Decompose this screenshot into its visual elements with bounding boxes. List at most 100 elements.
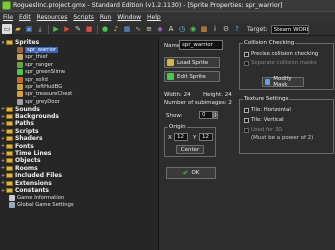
load-sprite-label: Load Sprite bbox=[177, 59, 209, 66]
target-label: Target: bbox=[247, 25, 268, 33]
menu-help[interactable]: Help bbox=[147, 14, 161, 21]
settings-icon bbox=[9, 202, 15, 209]
menu-window[interactable]: Window bbox=[117, 14, 141, 21]
tree-item-label: spr_ranger bbox=[25, 61, 53, 68]
load-sprite-button[interactable]: Load Sprite bbox=[164, 57, 220, 68]
tree-item-sprite[interactable]: spr_greyDoor bbox=[0, 98, 158, 105]
tree-item-sprite[interactable]: spr_ranger bbox=[0, 61, 158, 68]
tree-item-label: spr_greyDoor bbox=[25, 98, 60, 105]
save-project-icon[interactable]: ▣ bbox=[24, 24, 34, 34]
modify-mask-button[interactable]: Modify Mask bbox=[262, 76, 304, 88]
tree-group-sounds[interactable]: + Sounds bbox=[0, 106, 158, 113]
stop-icon[interactable]: ■ bbox=[84, 24, 94, 34]
menu-run[interactable]: Run bbox=[100, 14, 112, 21]
folder-icon bbox=[6, 128, 13, 134]
add-background-icon[interactable]: ▦ bbox=[122, 24, 132, 34]
tree-item-label: spr_treasureChest bbox=[25, 91, 73, 98]
ok-button[interactable]: ✔ OK bbox=[166, 167, 216, 179]
group-label: Objects bbox=[15, 157, 41, 165]
add-path-icon[interactable]: ∿ bbox=[133, 24, 143, 34]
show-subimage-stepper[interactable]: ▲ ▼ bbox=[213, 111, 218, 119]
folder-icon bbox=[6, 40, 13, 46]
separate-masks-checkbox[interactable]: Separate collision masks bbox=[244, 60, 317, 66]
add-font-icon[interactable]: A bbox=[166, 24, 176, 34]
add-timeline-icon[interactable]: ◷ bbox=[177, 24, 187, 34]
tree-item-sprite[interactable]: spr_treasureChest bbox=[0, 91, 158, 98]
tree-item-sprite[interactable]: spr_solid bbox=[0, 76, 158, 83]
tree-group-paths[interactable]: + Paths bbox=[0, 120, 158, 127]
group-label: Shaders bbox=[15, 135, 43, 143]
tree-group-scripts[interactable]: + Scripts bbox=[0, 128, 158, 135]
tree-group-rooms[interactable]: + Rooms bbox=[0, 165, 158, 172]
tree-group-extensions[interactable]: + Extensions bbox=[0, 179, 158, 187]
build-icon[interactable]: ✎ bbox=[73, 24, 83, 34]
tree-item-sprite[interactable]: spr_warrior bbox=[0, 46, 158, 54]
tree-group-sprites[interactable]: ▾ Sprites bbox=[0, 39, 158, 46]
tree-group-fonts[interactable]: + Fonts bbox=[0, 142, 158, 150]
show-label: Show: bbox=[166, 113, 183, 119]
edit-sprite-button[interactable]: Edit Sprite bbox=[164, 71, 220, 82]
origin-y-label: Y bbox=[193, 135, 197, 141]
add-room-icon[interactable]: ▩ bbox=[199, 24, 209, 34]
group-label: Sounds bbox=[15, 105, 40, 113]
add-shader-icon[interactable]: ◈ bbox=[155, 24, 165, 34]
add-object-icon[interactable]: ◉ bbox=[188, 24, 198, 34]
export-icon[interactable]: ⤓ bbox=[35, 24, 45, 34]
debug-icon[interactable]: ▶ bbox=[62, 24, 72, 34]
add-script-icon[interactable]: ≡ bbox=[144, 24, 154, 34]
group-label: Scripts bbox=[15, 127, 39, 135]
tree-item-label: Game Information bbox=[17, 194, 65, 201]
new-project-icon[interactable]: ▭ bbox=[2, 24, 12, 34]
used-3d-label: Used for 3D bbox=[251, 127, 283, 133]
width-text: Width: 24 bbox=[164, 92, 191, 98]
tile-horizontal-checkbox[interactable]: Tile: Horizontal bbox=[244, 107, 291, 113]
tree-item-sprite[interactable]: spr_leftHudBG bbox=[0, 83, 158, 91]
tree-group-included-files[interactable]: + Included Files bbox=[0, 172, 158, 179]
tile-vertical-checkbox[interactable]: Tile: Vertical bbox=[244, 117, 284, 123]
run-icon[interactable]: ▶ bbox=[51, 24, 61, 34]
group-label: Fonts bbox=[15, 142, 34, 150]
menu-edit[interactable]: Edit bbox=[19, 14, 31, 21]
help-icon[interactable]: ? bbox=[232, 24, 242, 34]
folder-open-icon bbox=[167, 59, 174, 66]
add-sound-icon[interactable]: ♪ bbox=[111, 24, 121, 34]
gamemaker-app-icon bbox=[2, 1, 11, 10]
toolbar: ▭ ▰ ▣ ⤓ ▶ ▶ ✎ ■ ● ♪ ▦ ∿ ≡ ◈ A ◷ ◉ ▩ i ⚙ … bbox=[0, 23, 335, 36]
open-project-icon[interactable]: ▰ bbox=[13, 24, 23, 34]
origin-y-input[interactable]: 12 bbox=[199, 133, 213, 141]
target-select[interactable]: Steam WORKSHOP bbox=[270, 24, 309, 34]
folder-icon bbox=[6, 173, 13, 179]
folder-icon bbox=[6, 165, 13, 171]
used-for-3d-checkbox[interactable]: Used for 3D bbox=[244, 127, 282, 133]
tree-item-global-game-settings[interactable]: Global Game Settings bbox=[0, 202, 158, 209]
tile-v-label: Tile: Vertical bbox=[251, 117, 284, 123]
window-title: RogueslInc.project.gmx - Standard Editio… bbox=[13, 2, 283, 9]
edit-sprite-icon bbox=[167, 73, 174, 80]
menu-file[interactable]: File bbox=[3, 14, 13, 21]
folder-icon bbox=[6, 180, 13, 186]
tree-item-sprite[interactable]: spr_greenSlime bbox=[0, 69, 158, 76]
folder-icon bbox=[6, 188, 13, 193]
tree-group-objects[interactable]: + Objects bbox=[0, 157, 158, 164]
center-button[interactable]: Center bbox=[176, 145, 204, 154]
folder-icon bbox=[6, 158, 13, 164]
ok-label: OK bbox=[191, 170, 200, 176]
folder-icon bbox=[6, 143, 13, 149]
sprite-name-input[interactable]: spr_warrior bbox=[179, 40, 223, 50]
add-sprite-icon[interactable]: ● bbox=[100, 24, 110, 34]
tree-item-sprite[interactable]: spr_thief bbox=[0, 54, 158, 61]
tree-item-game-information[interactable]: Game Information bbox=[0, 194, 158, 201]
folder-icon bbox=[6, 151, 13, 157]
origin-x-input[interactable]: 12 bbox=[174, 133, 188, 141]
tree-group-shaders[interactable]: + Shaders bbox=[0, 135, 158, 142]
precise-label: Precise collision checking bbox=[251, 51, 319, 57]
menu-scripts[interactable]: Scripts bbox=[73, 14, 94, 21]
menu-resources[interactable]: Resources bbox=[37, 14, 68, 21]
show-subimage-field[interactable]: 0 bbox=[199, 111, 213, 119]
tree-group-backgrounds[interactable]: + Backgrounds bbox=[0, 113, 158, 120]
precise-collision-checkbox[interactable]: Precise collision checking bbox=[244, 51, 318, 57]
tree-group-constants[interactable]: + Constants bbox=[0, 187, 158, 194]
settings-icon[interactable]: ⚙ bbox=[221, 24, 231, 34]
game-info-icon[interactable]: i bbox=[210, 24, 220, 34]
tree-group-time-lines[interactable]: + Time Lines bbox=[0, 150, 158, 157]
